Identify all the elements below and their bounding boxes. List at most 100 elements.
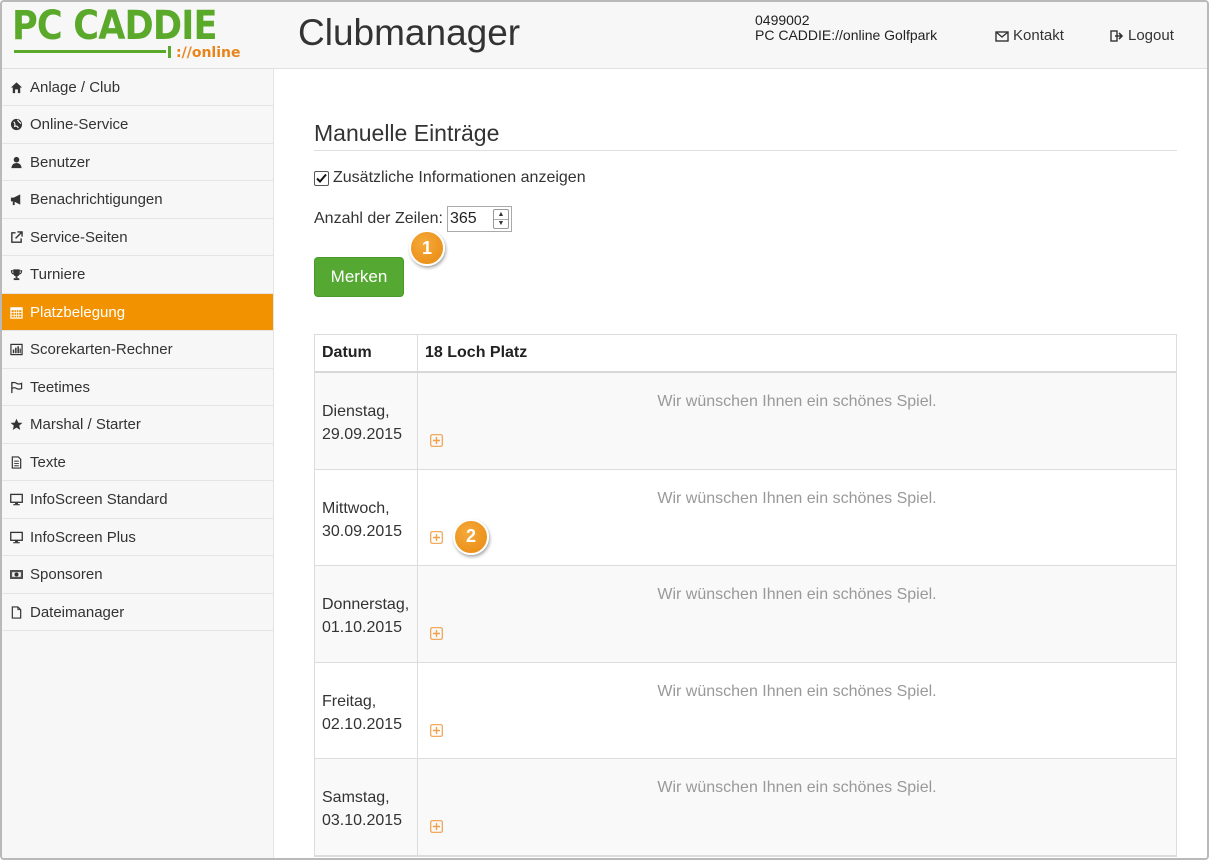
- add-entry-plus-icon[interactable]: [430, 627, 443, 640]
- sidebar-item-label: Teetimes: [30, 378, 91, 396]
- column-header-datum: Datum: [315, 335, 418, 371]
- add-entry-plus-icon[interactable]: [430, 820, 443, 833]
- sign-out-icon: [1110, 29, 1124, 42]
- checkmark-icon: [316, 173, 327, 183]
- monitor-icon: [8, 529, 24, 545]
- date-cell: Samstag, 03.10.2015: [315, 759, 418, 855]
- sidebar-item-label: Service-Seiten: [30, 228, 128, 246]
- add-entry-plus-icon[interactable]: [430, 723, 443, 737]
- monitor-icon: [8, 492, 24, 508]
- contact-link[interactable]: Kontakt: [995, 27, 1064, 44]
- logo-text: PC CADDIE: [12, 3, 218, 49]
- date-cell: Donnerstag, 01.10.2015: [315, 566, 418, 662]
- sidebar-item-online-service[interactable]: Online-Service: [2, 107, 273, 144]
- sidebar-item-service-seiten[interactable]: Service-Seiten: [2, 219, 273, 256]
- sidebar-item-platzbelegung[interactable]: Platzbelegung: [2, 294, 273, 331]
- column-header-18-loch-platz: 18 Loch Platz: [425, 344, 528, 361]
- logout-link[interactable]: Logout: [1110, 27, 1174, 44]
- course-message: Wir wünschen Ihnen ein schönes Spiel.: [657, 779, 937, 796]
- sidebar-item-label: InfoScreen Standard: [30, 491, 168, 508]
- money-icon: [8, 567, 24, 583]
- rows-count-input[interactable]: 365 ▲ ▼: [446, 206, 512, 232]
- date-value: 02.10.2015: [322, 715, 403, 733]
- sidebar-item-scorekarten-rechner[interactable]: Scorekarten-Rechner: [2, 332, 273, 369]
- course-message: Wir wünschen Ihnen ein schönes Spiel.: [657, 393, 937, 410]
- file-icon: [8, 604, 24, 620]
- star-icon: [8, 417, 24, 433]
- logo-tick: [168, 46, 171, 58]
- sidebar: Anlage / Club Online-Service Benutzer Be…: [2, 69, 274, 858]
- globe-icon: [8, 117, 24, 133]
- sidebar-item-teetimes[interactable]: Teetimes: [2, 369, 273, 406]
- bar-chart-icon: [8, 342, 24, 358]
- external-link-icon: [8, 229, 24, 245]
- course-message: Wir wünschen Ihnen ein schönes Spiel.: [657, 682, 937, 700]
- app-title: Clubmanager: [298, 12, 521, 53]
- callout-badge-1: 1: [409, 230, 445, 266]
- sidebar-item-label: Turniere: [30, 266, 86, 283]
- sidebar-item-benutzer[interactable]: Benutzer: [2, 144, 273, 181]
- rows-count-row: Anzahl der Zeilen: 365 ▲ ▼: [314, 206, 512, 232]
- table-row: Freitag, 02.10.2015 Wir wünschen Ihnen e…: [315, 662, 1176, 759]
- entries-table: Datum 18 Loch Platz Dienstag, 29.09.2015…: [314, 334, 1177, 857]
- header-bar: PC CADDIE ://online Clubmanager 0499002 …: [2, 2, 1207, 69]
- pc-caddie-logo[interactable]: PC CADDIE ://online: [12, 3, 240, 64]
- course-message: Wir wünschen Ihnen ein schönes Spiel.: [657, 489, 937, 507]
- table-row: Mittwoch, 30.09.2015 Wir wünschen Ihnen …: [315, 469, 1176, 566]
- flag-icon: [8, 379, 24, 395]
- table-header: Datum 18 Loch Platz: [315, 335, 1176, 373]
- table-row: Donnerstag, 01.10.2015 Wir wünschen Ihne…: [315, 566, 1176, 663]
- sidebar-item-turniere[interactable]: Turniere: [2, 257, 273, 294]
- date-value: 29.09.2015: [322, 426, 403, 443]
- day-name: Mittwoch,: [322, 499, 390, 517]
- sidebar-item-label: Platzbelegung: [30, 303, 126, 321]
- sidebar-item-label: Anlage / Club: [30, 78, 121, 96]
- contact-label: Kontakt: [1013, 27, 1064, 44]
- date-cell: Dienstag, 29.09.2015: [315, 373, 418, 469]
- calendar-icon: [8, 304, 24, 320]
- day-name: Freitag,: [322, 692, 377, 710]
- show-info-checkbox[interactable]: [314, 170, 329, 186]
- spin-down-icon[interactable]: ▼: [493, 218, 508, 229]
- add-entry-plus-icon[interactable]: [430, 434, 443, 447]
- course-cell: Wir wünschen Ihnen ein schönes Spiel.: [418, 566, 1176, 662]
- show-info-label[interactable]: Zusätzliche Informationen anzeigen: [333, 169, 586, 187]
- sidebar-item-texte[interactable]: Texte: [2, 444, 273, 481]
- save-button[interactable]: Merken: [314, 257, 404, 297]
- club-id: 0499002: [755, 12, 810, 28]
- sidebar-item-label: Benachrichtigungen: [30, 191, 163, 208]
- home-icon: [8, 79, 24, 95]
- club-name: PC CADDIE://online Golfpark: [755, 27, 938, 43]
- sidebar-item-label: Sponsoren: [30, 566, 103, 583]
- sidebar-item-marshal-starter[interactable]: Marshal / Starter: [2, 407, 273, 444]
- date-value: 01.10.2015: [322, 619, 403, 636]
- sidebar-item-label: Scorekarten-Rechner: [30, 341, 173, 358]
- rows-count-spinner[interactable]: ▲ ▼: [492, 209, 509, 229]
- sidebar-item-benachrichtigungen[interactable]: Benachrichtigungen: [2, 182, 273, 219]
- sidebar-item-label: InfoScreen Plus: [30, 528, 136, 546]
- main-content: Manuelle Einträge Zusätzliche Informatio…: [275, 69, 1207, 858]
- sidebar-item-label: Online-Service: [30, 116, 129, 133]
- sidebar-item-dateimanager[interactable]: Dateimanager: [2, 594, 273, 631]
- app-window: PC CADDIE ://online Clubmanager 0499002 …: [0, 0, 1209, 860]
- day-name: Samstag,: [322, 789, 390, 806]
- callout-badge-2: 2: [453, 518, 489, 555]
- add-entry-plus-icon[interactable]: [430, 530, 443, 544]
- sidebar-item-infoscreen-plus[interactable]: InfoScreen Plus: [2, 519, 273, 556]
- trophy-icon: [8, 267, 24, 283]
- spin-up-icon[interactable]: ▲: [494, 210, 508, 219]
- rows-count-value: 365: [449, 210, 477, 227]
- sidebar-item-label: Marshal / Starter: [30, 416, 141, 433]
- sidebar-item-sponsoren[interactable]: Sponsoren: [2, 557, 273, 594]
- user-icon: [8, 154, 24, 170]
- sidebar-item-label: Texte: [30, 453, 66, 471]
- logo-subtext: ://online: [176, 45, 241, 61]
- table-row: Dienstag, 29.09.2015 Wir wünschen Ihnen …: [315, 373, 1176, 470]
- sidebar-item-infoscreen-standard[interactable]: InfoScreen Standard: [2, 482, 273, 519]
- envelope-icon: [995, 30, 1009, 42]
- sidebar-item-anlage-club[interactable]: Anlage / Club: [2, 69, 273, 106]
- date-value: 03.10.2015: [322, 812, 403, 829]
- document-icon: [8, 454, 24, 470]
- title-divider: [314, 150, 1177, 151]
- course-cell: Wir wünschen Ihnen ein schönes Spiel. 2: [418, 470, 1176, 566]
